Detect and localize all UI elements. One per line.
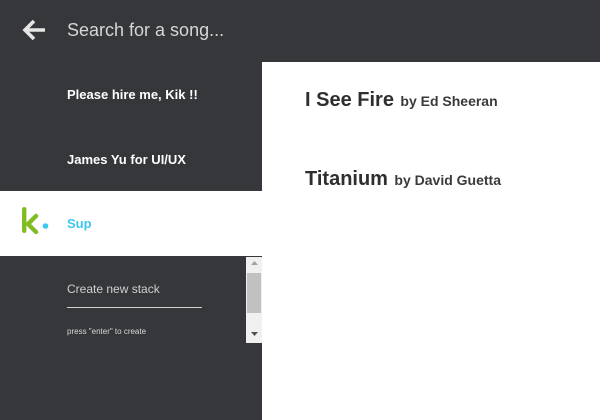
sidebar-scrollbar[interactable] [246,257,262,343]
top-bar [0,0,600,62]
song-title: Titanium [305,168,388,190]
triangle-up-icon [250,261,258,265]
scroll-down-button[interactable] [246,328,262,342]
search-input[interactable] [67,16,567,44]
scroll-up-button[interactable] [246,257,262,271]
kik-logo-icon [22,207,49,235]
stack-label: Sup [67,216,92,231]
create-stack-area: press "enter" to create [0,256,262,348]
song-title: I See Fire [305,89,394,111]
stack-label: Please hire me, Kik !! [67,87,198,102]
sidebar: Please hire me, Kik !! James Yu for UI/U… [0,62,262,420]
triangle-down-icon [250,332,258,336]
song-artist: by Ed Sheeran [400,93,498,109]
sidebar-item-stack-1[interactable]: Please hire me, Kik !! [0,62,262,126]
stack-label: James Yu for UI/UX [67,152,186,167]
back-button[interactable] [21,18,49,42]
song-item[interactable]: Titanium by David Guetta [305,168,501,191]
song-list: I See Fire by Ed Sheeran Titanium by Dav… [262,62,600,420]
create-stack-input[interactable] [67,277,202,308]
song-item[interactable]: I See Fire by Ed Sheeran [305,89,498,112]
create-stack-hint: press "enter" to create [67,327,147,336]
arrow-left-icon [22,19,45,41]
sidebar-item-stack-active[interactable]: Sup [0,191,262,256]
scroll-thumb[interactable] [247,273,261,313]
song-artist: by David Guetta [394,172,502,188]
sidebar-item-stack-2[interactable]: James Yu for UI/UX [0,127,262,191]
